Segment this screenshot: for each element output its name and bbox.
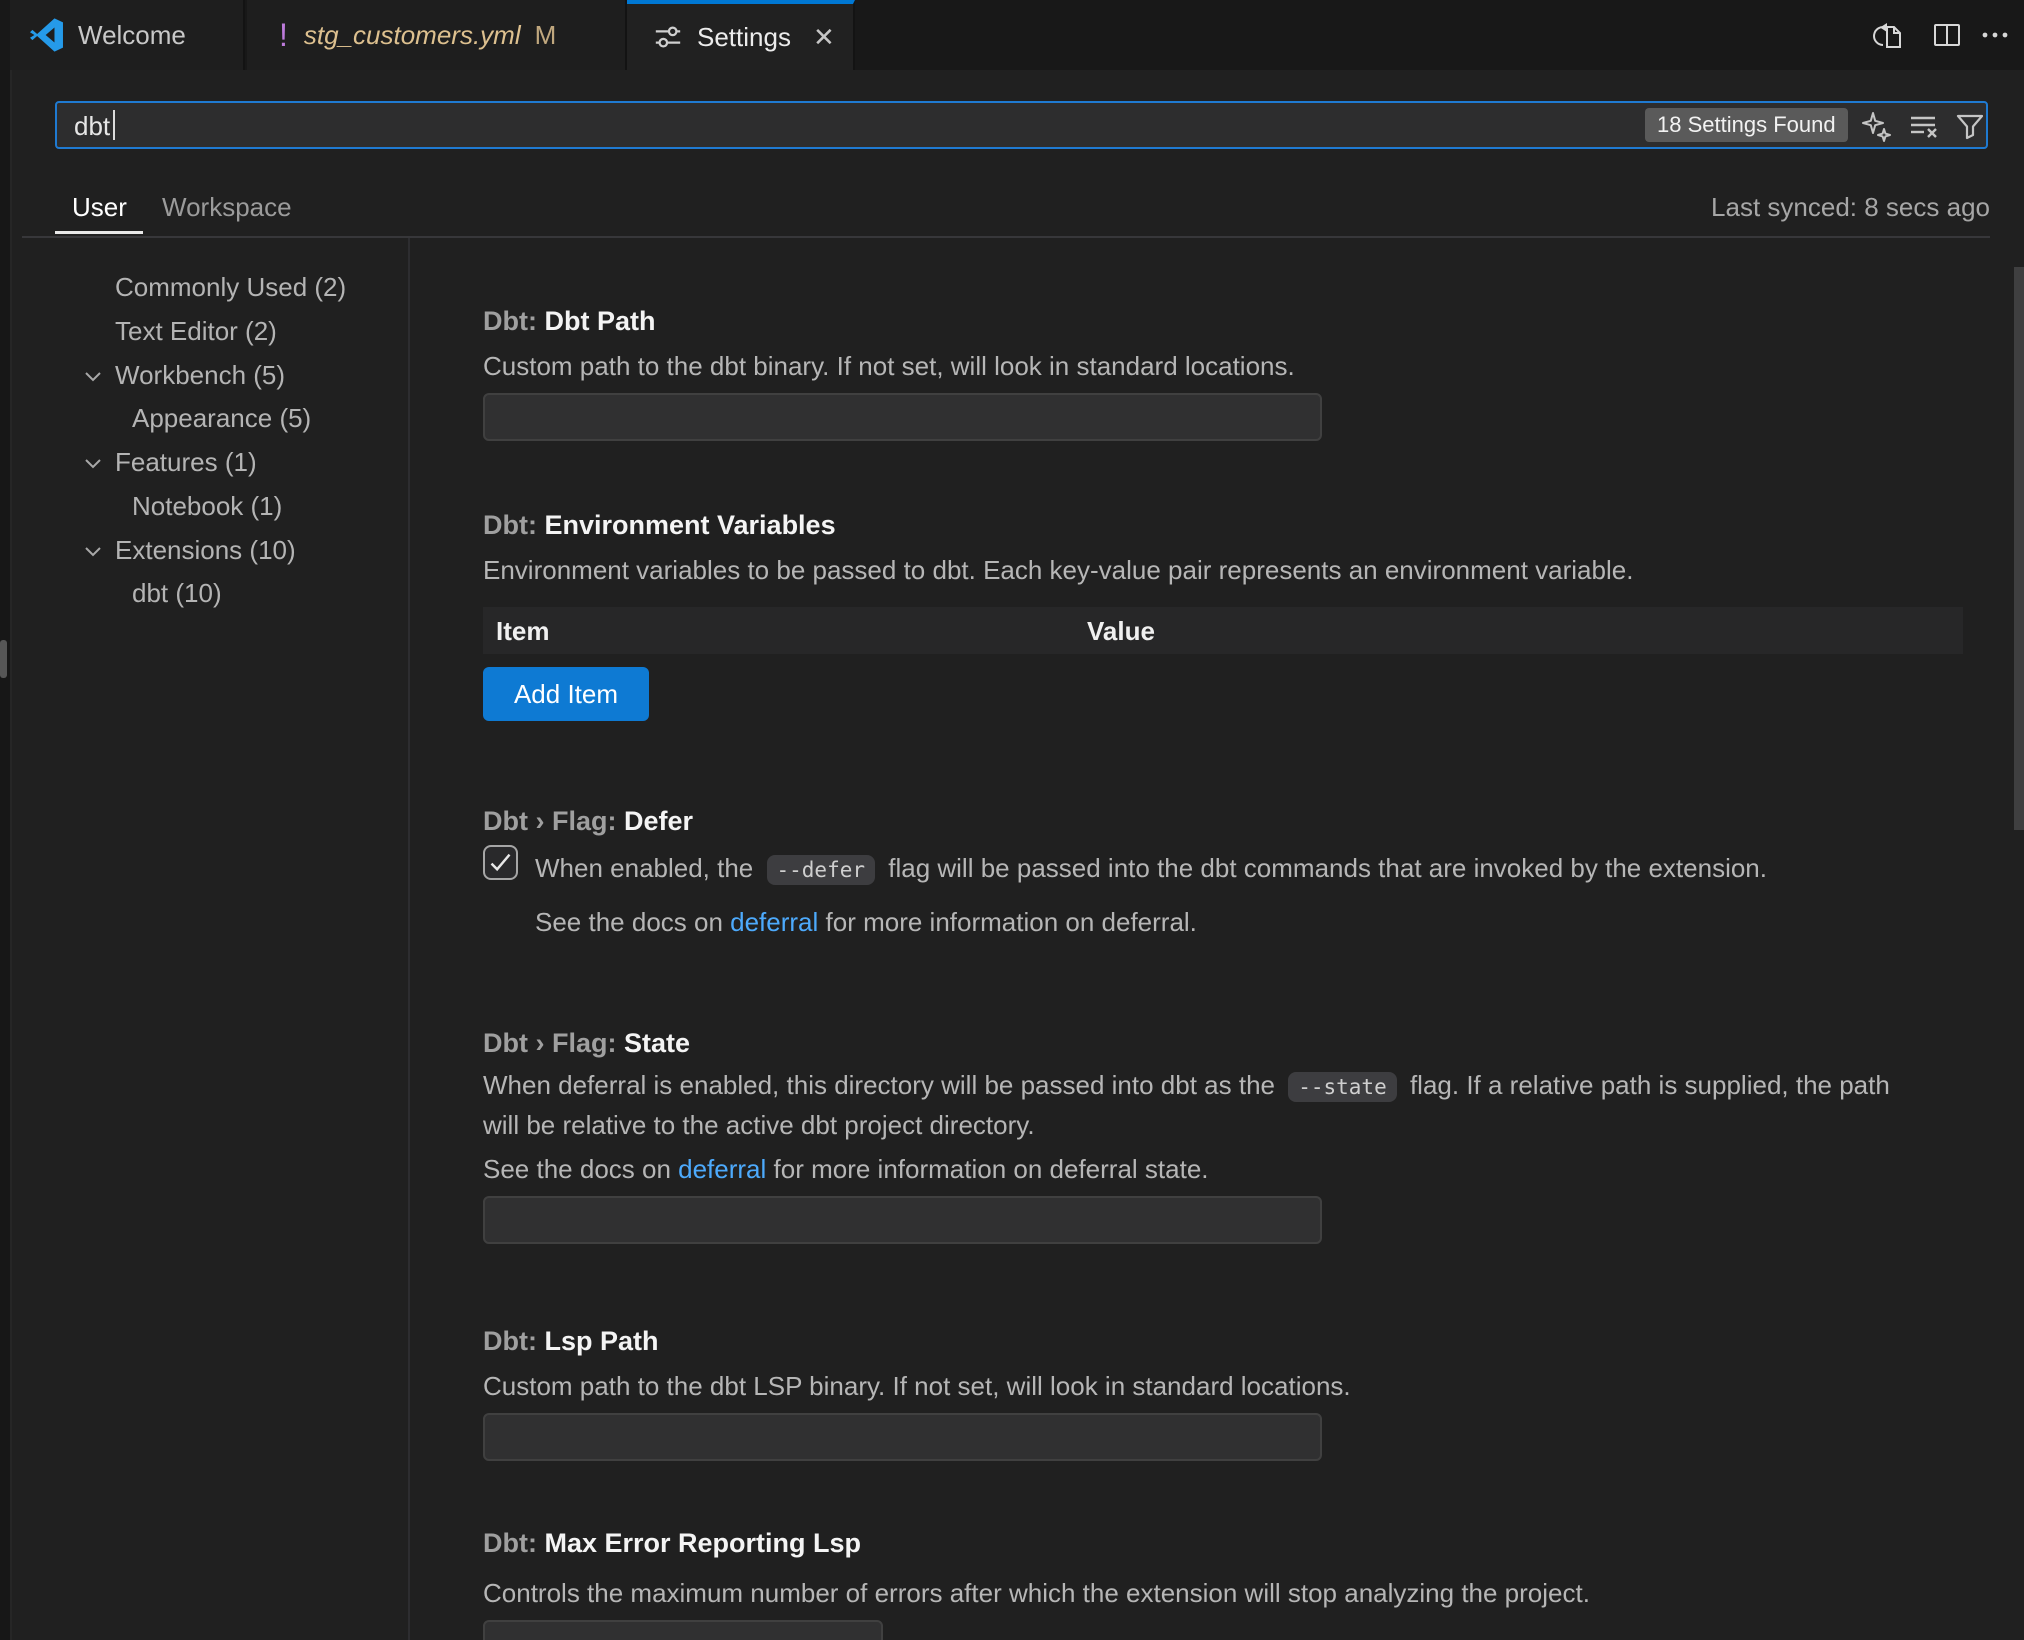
search-value: dbt	[74, 111, 110, 142]
close-icon[interactable]: ✕	[813, 22, 835, 53]
setting-title-max-error: Dbt: Max Error Reporting Lsp	[483, 1528, 861, 1559]
defer-checkbox[interactable]	[483, 845, 518, 880]
setting-name: Max Error Reporting Lsp	[544, 1528, 861, 1558]
toc-divider	[408, 238, 410, 1640]
setting-category: Dbt › Flag:	[483, 1028, 624, 1058]
active-scope-underline	[55, 231, 143, 234]
column-header-item: Item	[496, 616, 549, 647]
setting-desc-lsp-path: Custom path to the dbt LSP binary. If no…	[483, 1367, 1351, 1405]
clear-search-icon[interactable]	[1907, 110, 1939, 142]
defer-doc-link-line: See the docs on deferral for more inform…	[535, 903, 1197, 941]
check-icon	[487, 849, 514, 876]
toc-item-notebook[interactable]: Notebook (1)	[132, 491, 282, 522]
chevron-down-icon[interactable]	[82, 540, 104, 562]
scope-tab-workspace[interactable]: Workspace	[162, 192, 292, 223]
dbt-path-input[interactable]	[483, 393, 1322, 441]
settings-editor: Welcome ! stg_customers.yml M Settings ✕	[0, 0, 2024, 1640]
add-item-button[interactable]: Add Item	[483, 667, 649, 721]
open-changes-icon[interactable]	[1873, 19, 1905, 51]
state-doc-link-line: See the docs on deferral for more inform…	[483, 1150, 1209, 1188]
setting-desc-dbt-path: Custom path to the dbt binary. If not se…	[483, 347, 1295, 385]
window-left-edge-line	[10, 0, 12, 1640]
header-divider	[22, 236, 1990, 238]
text-caret	[113, 110, 115, 140]
last-synced-label: Last synced: 8 secs ago	[1711, 192, 1990, 223]
results-count-badge: 18 Settings Found	[1645, 108, 1848, 142]
tab-stg-customers[interactable]: ! stg_customers.yml M	[247, 0, 627, 70]
tab-welcome-label: Welcome	[78, 20, 186, 51]
setting-title-defer: Dbt › Flag: Defer	[483, 806, 693, 837]
setting-title-dbt-path: Dbt: Dbt Path	[483, 306, 655, 337]
filter-icon[interactable]	[1954, 110, 1986, 142]
editor-tab-bar: Welcome ! stg_customers.yml M Settings ✕	[0, 0, 2024, 70]
toc-item-commonly-used[interactable]: Commonly Used (2)	[115, 272, 346, 303]
setting-category: Dbt › Flag:	[483, 806, 624, 836]
settings-sliders-icon	[653, 22, 683, 52]
tab-stg-label: stg_customers.yml	[304, 20, 521, 51]
vscode-logo-icon	[30, 18, 64, 52]
lsp-path-input[interactable]	[483, 1413, 1322, 1461]
yaml-file-icon: !	[279, 17, 288, 54]
toc-item-features[interactable]: Features (1)	[115, 447, 257, 478]
toc-item-workbench[interactable]: Workbench (5)	[115, 360, 285, 391]
sash-handle[interactable]	[0, 640, 7, 678]
toc-item-extensions[interactable]: Extensions (10)	[115, 535, 296, 566]
ai-search-sparkle-icon[interactable]	[1860, 110, 1892, 142]
env-vars-table-header: Item Value	[483, 607, 1963, 654]
more-actions-icon[interactable]	[1979, 19, 2011, 51]
toc-item-text-editor[interactable]: Text Editor (2)	[115, 316, 277, 347]
setting-category: Dbt:	[483, 510, 544, 540]
tab-settings-label: Settings	[697, 22, 791, 53]
state-input[interactable]	[483, 1196, 1322, 1244]
setting-category: Dbt:	[483, 1528, 544, 1558]
setting-name: State	[624, 1028, 690, 1058]
setting-title-lsp-path: Dbt: Lsp Path	[483, 1326, 659, 1357]
tab-welcome[interactable]: Welcome	[10, 0, 245, 70]
setting-desc-env-vars: Environment variables to be passed to db…	[483, 551, 1633, 589]
vertical-scrollbar[interactable]	[2014, 267, 2024, 830]
chevron-down-icon[interactable]	[82, 365, 104, 387]
setting-desc-max-error: Controls the maximum number of errors af…	[483, 1574, 1590, 1612]
setting-title-env-vars: Dbt: Environment Variables	[483, 510, 836, 541]
setting-name: Defer	[624, 806, 693, 836]
setting-name: Dbt Path	[544, 306, 655, 336]
settings-search-input[interactable]: dbt 18 Settings Found	[55, 101, 1988, 149]
scope-tab-user[interactable]: User	[72, 192, 127, 223]
setting-name: Lsp Path	[544, 1326, 658, 1356]
max-error-input[interactable]	[483, 1620, 883, 1640]
column-header-value: Value	[1087, 616, 1155, 647]
defer-description: When enabled, the --defer flag will be p…	[535, 849, 1767, 889]
chevron-down-icon[interactable]	[82, 452, 104, 474]
window-left-edge	[0, 0, 10, 1640]
setting-category: Dbt:	[483, 1326, 544, 1356]
toc-item-dbt[interactable]: dbt (10)	[132, 578, 222, 609]
modified-badge: M	[535, 20, 557, 51]
setting-category: Dbt:	[483, 306, 544, 336]
deferral-doc-link[interactable]: deferral	[678, 1154, 766, 1184]
split-editor-icon[interactable]	[1931, 19, 1963, 51]
tab-settings[interactable]: Settings ✕	[627, 0, 855, 70]
deferral-doc-link[interactable]: deferral	[730, 907, 818, 937]
setting-title-state: Dbt › Flag: State	[483, 1028, 690, 1059]
toc-item-appearance[interactable]: Appearance (5)	[132, 403, 311, 434]
setting-name: Environment Variables	[544, 510, 835, 540]
state-description: When deferral is enabled, this directory…	[483, 1066, 1890, 1144]
